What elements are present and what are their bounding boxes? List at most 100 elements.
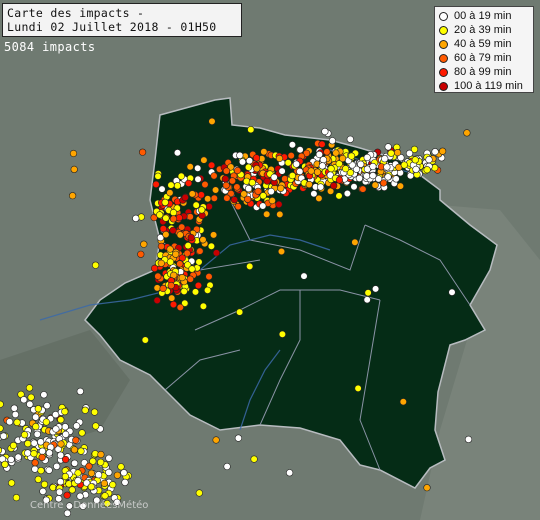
impact-dot: [431, 148, 439, 156]
impact-dot: [194, 175, 202, 183]
impact-dot: [55, 488, 64, 496]
impact-dot: [384, 173, 392, 181]
time-legend: 00 à 19 min 20 à 39 min 40 à 59 min 60 à…: [434, 6, 534, 93]
legend-dot-icon: [439, 67, 448, 77]
impact-dot: [277, 247, 286, 256]
impact-dot: [195, 489, 203, 497]
impact-dot: [347, 152, 356, 160]
impact-dot: [158, 185, 166, 193]
impact-dot: [185, 179, 193, 187]
impact-dot: [281, 175, 289, 183]
impact-dot: [204, 286, 212, 294]
impact-dot: [184, 242, 192, 250]
impact-dot: [276, 210, 284, 218]
impact-dot: [186, 163, 194, 171]
impact-dot: [321, 127, 329, 136]
impact-dot: [9, 441, 18, 450]
impact-dot: [245, 185, 253, 193]
impact-dot: [270, 173, 278, 181]
impact-dot: [169, 209, 178, 217]
impact-dot: [173, 149, 182, 157]
impact-dot: [90, 408, 99, 416]
impact-dot: [212, 186, 220, 194]
impact-dot: [153, 284, 161, 292]
impact-dot: [463, 129, 471, 137]
impact-dot: [313, 168, 322, 176]
impact-dot: [113, 471, 121, 479]
impact-dot: [252, 154, 261, 162]
impact-dot: [38, 447, 47, 455]
impact-dot: [205, 203, 213, 211]
impact-dot: [159, 284, 167, 293]
impact-dot: [159, 225, 167, 233]
impact-dot: [37, 467, 45, 475]
impact-dot: [371, 181, 379, 189]
impact-dot: [61, 423, 69, 431]
impact-dot: [208, 117, 216, 125]
legend-item: 20 à 39 min: [439, 23, 533, 37]
impact-dot: [30, 450, 38, 458]
impact-dot: [355, 174, 364, 182]
impact-dot: [351, 238, 359, 246]
impact-dot: [70, 446, 79, 454]
impact-dot: [363, 153, 371, 162]
impact-dot: [74, 477, 82, 485]
impact-dot: [396, 182, 405, 190]
impact-dot: [277, 184, 285, 192]
impact-dot: [32, 413, 40, 421]
impact-dot: [201, 180, 209, 189]
impact-dot: [40, 391, 48, 399]
impact-dot: [300, 272, 308, 280]
impact-dot: [246, 262, 254, 271]
legend-label: 40 à 59 min: [454, 38, 512, 50]
impact-dot: [323, 148, 331, 156]
impact-dot: [157, 259, 165, 267]
impact-dot: [392, 175, 400, 183]
impact-dot: [42, 418, 50, 426]
impact-dot: [187, 234, 195, 242]
impact-dot: [45, 449, 54, 457]
impact-dot: [263, 210, 271, 218]
legend-item: 00 à 19 min: [439, 9, 533, 23]
impact-dot: [162, 214, 170, 222]
impact-dot: [194, 164, 202, 172]
impact-dot: [384, 143, 392, 151]
impact-dot: [212, 249, 221, 257]
impact-dot: [161, 198, 169, 206]
impact-dot: [288, 172, 297, 180]
impact-dot: [195, 258, 203, 266]
impact-dot: [369, 172, 377, 180]
impact-dot: [85, 462, 93, 470]
impact-dot: [305, 180, 313, 189]
impact-dot: [0, 432, 8, 440]
impact-dot: [188, 265, 196, 273]
impact-dot: [169, 215, 178, 223]
impact-dot: [62, 430, 70, 439]
impact-dot: [56, 451, 65, 459]
impact-dot: [92, 422, 100, 430]
impact-dot: [101, 492, 109, 500]
impact-dot: [176, 260, 184, 268]
impact-dot: [87, 469, 96, 477]
impact-dot: [166, 245, 174, 253]
impact-dot: [31, 459, 39, 467]
impact-dot: [39, 487, 47, 496]
impact-dot: [199, 302, 207, 310]
impact-dot: [296, 146, 304, 154]
impact-dot: [197, 191, 205, 199]
impact-dot: [317, 183, 325, 191]
impact-dot: [342, 165, 350, 173]
impact-dot: [223, 462, 231, 471]
impact-dot: [327, 165, 335, 173]
impact-dot: [223, 194, 231, 202]
legend-label: 100 à 119 min: [454, 80, 523, 92]
impact-dot: [412, 165, 420, 173]
impact-dot: [411, 156, 419, 164]
impact-dot: [464, 435, 473, 444]
impact-dot: [423, 484, 431, 492]
impact-dot: [369, 162, 377, 171]
legend-item: 60 à 79 min: [439, 51, 533, 65]
impact-dot: [91, 261, 100, 269]
impact-dot: [310, 190, 318, 198]
impact-dot: [383, 163, 391, 171]
